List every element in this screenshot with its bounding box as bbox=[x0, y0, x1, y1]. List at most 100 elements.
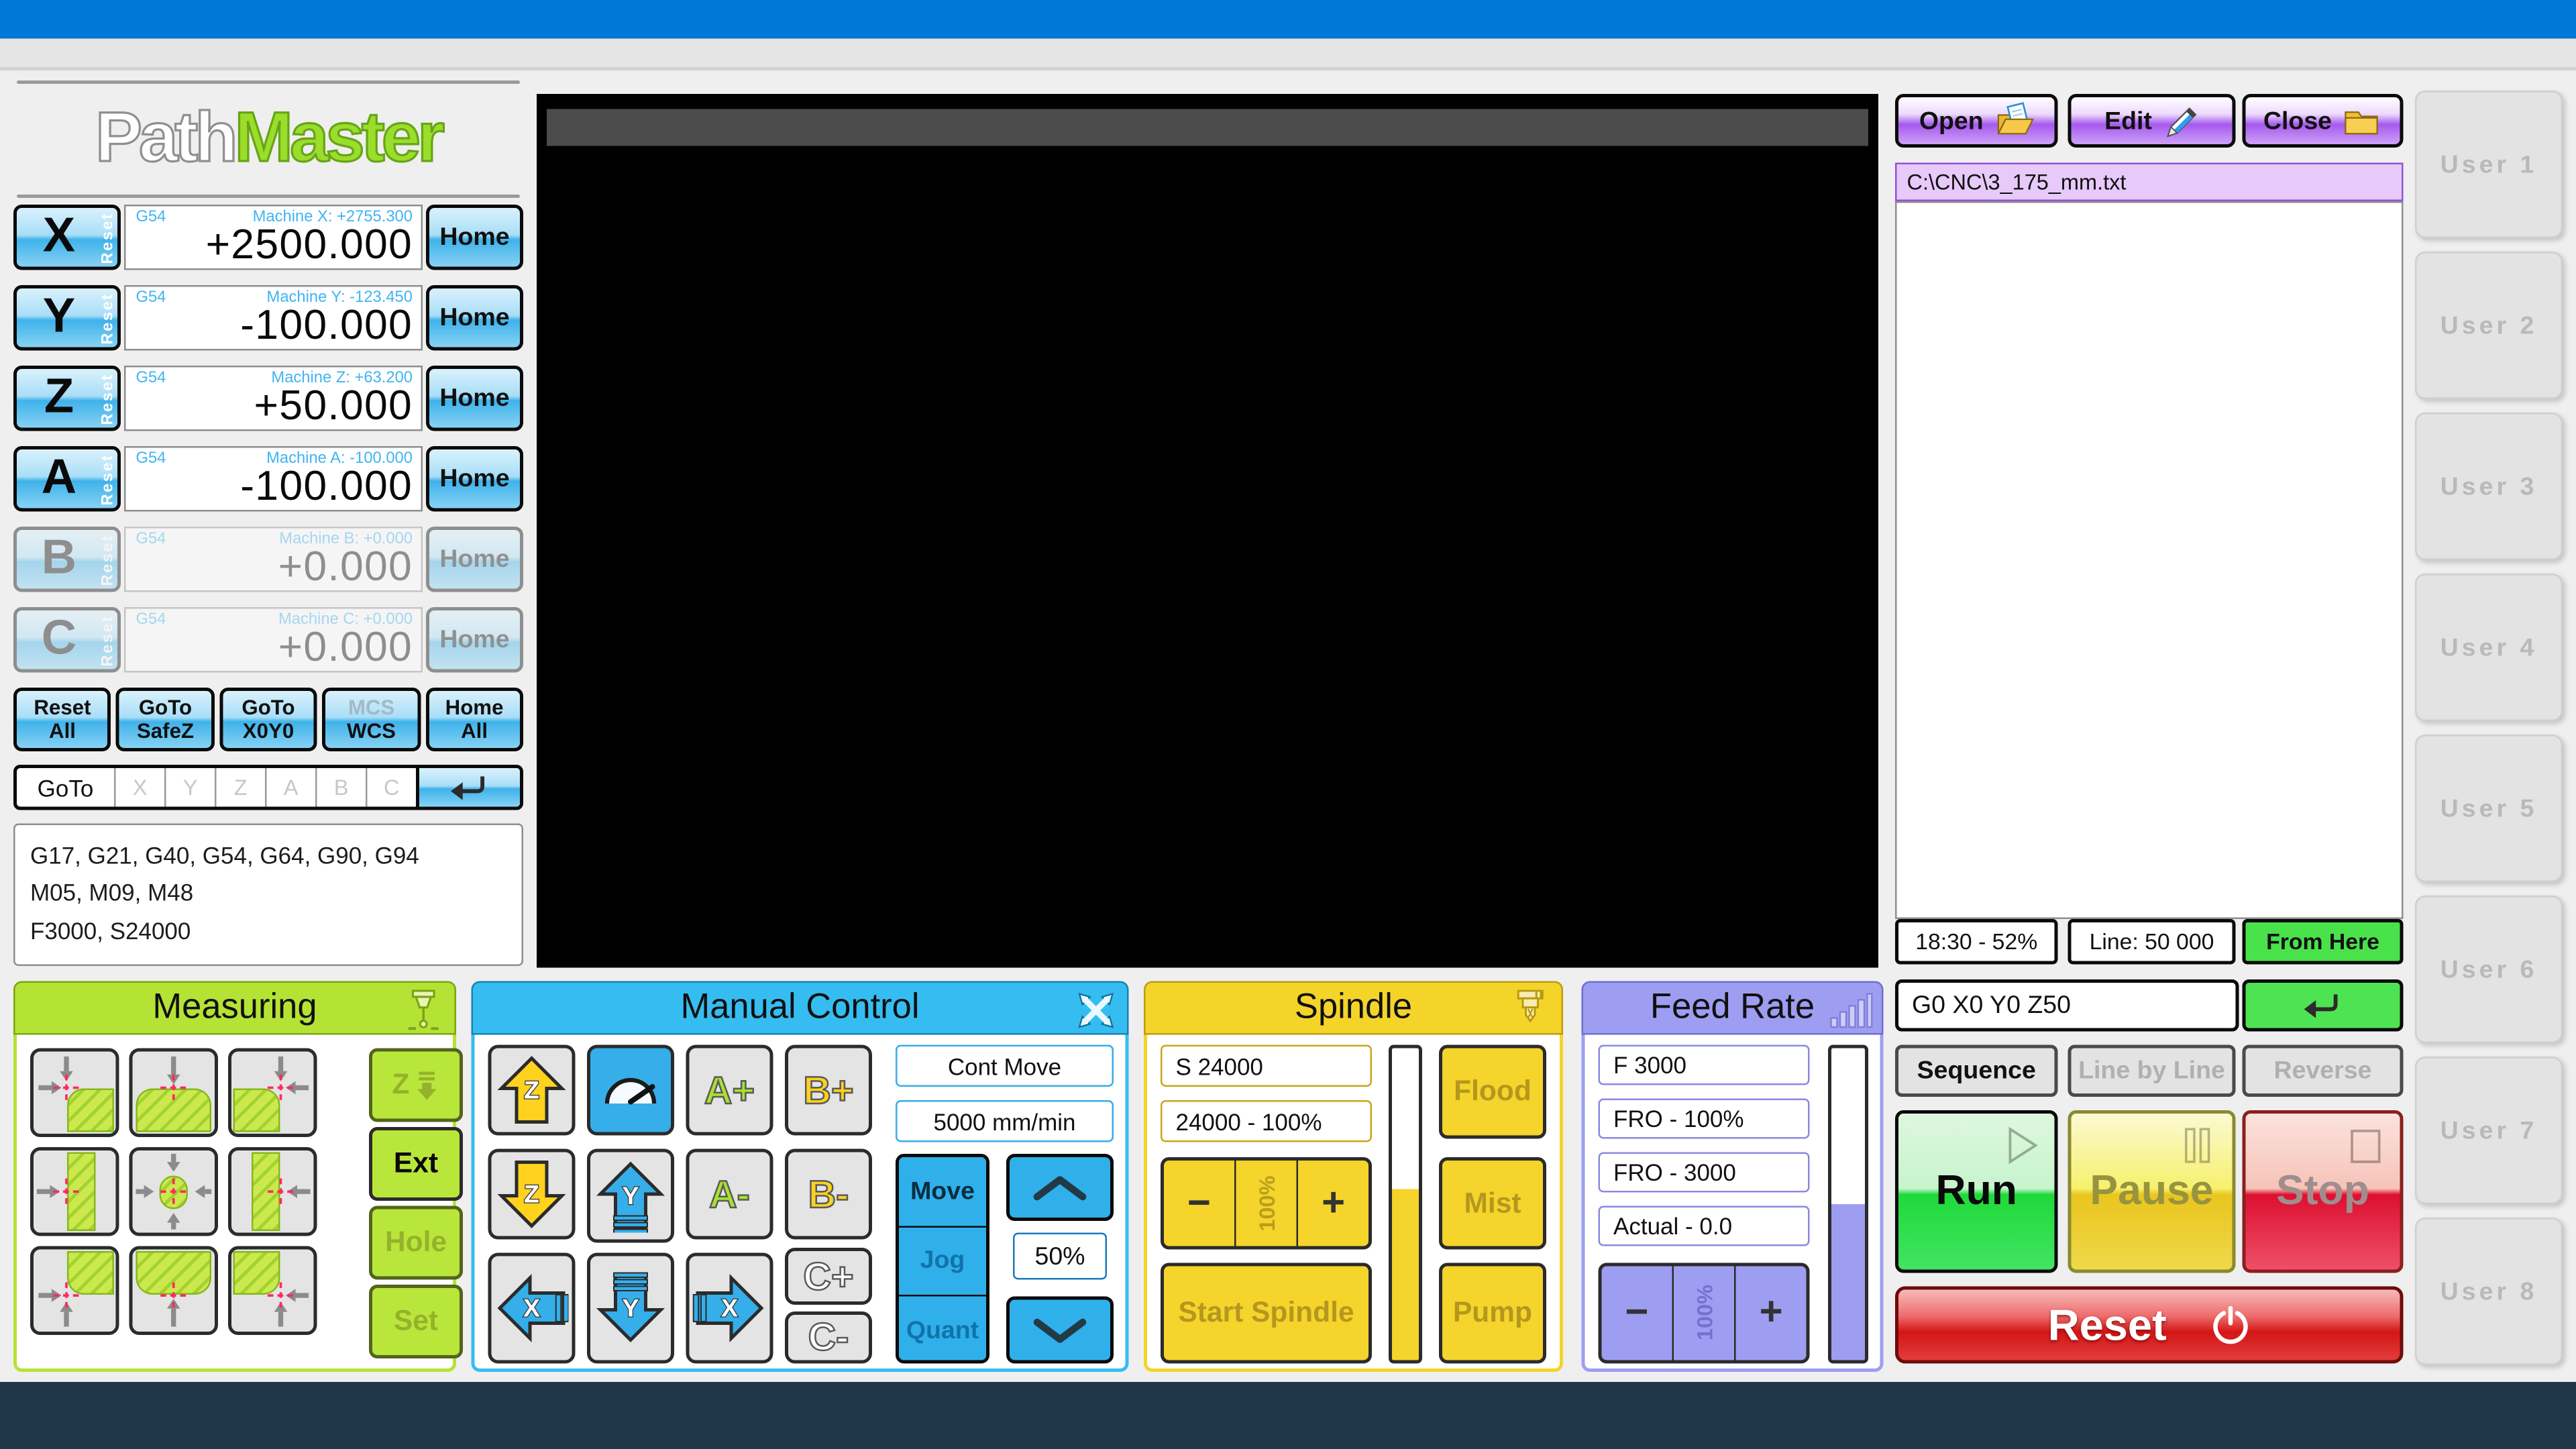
jog-z-plus-button[interactable]: Z bbox=[488, 1045, 576, 1136]
axis-x-reset-button[interactable]: XReset bbox=[13, 205, 121, 270]
mist-button[interactable]: Mist bbox=[1439, 1157, 1546, 1250]
user-button-3[interactable]: User 3 bbox=[2415, 413, 2563, 560]
probe-corner-bottom-left-button[interactable] bbox=[30, 1246, 119, 1336]
actual-feed-input[interactable]: Actual - 0.0 bbox=[1599, 1206, 1810, 1246]
jog-a-minus-button[interactable]: A- bbox=[686, 1149, 773, 1240]
line-by-line-button[interactable]: Line by Line bbox=[2068, 1045, 2236, 1097]
reset-button[interactable]: Reset bbox=[1895, 1287, 2404, 1364]
feed-override-minus-button[interactable]: − bbox=[1602, 1267, 1672, 1360]
user-button-1[interactable]: User 1 bbox=[2415, 91, 2563, 238]
probe-corner-top-right-button[interactable] bbox=[228, 1049, 317, 1138]
jog-c-plus-button[interactable]: C+ bbox=[785, 1248, 872, 1305]
fro-value-input[interactable]: FRO - 3000 bbox=[1599, 1152, 1810, 1193]
from-here-button[interactable]: From Here bbox=[2243, 919, 2404, 965]
jog-y-minus-button[interactable]: Y bbox=[587, 1253, 674, 1364]
axis-b-reset-button[interactable]: BReset bbox=[13, 527, 121, 592]
jog-a-plus-button[interactable]: A+ bbox=[686, 1045, 773, 1136]
spindle-speed-input[interactable]: S 24000 bbox=[1161, 1045, 1372, 1087]
jog-feed-input[interactable]: 5000 mm/min bbox=[896, 1100, 1114, 1142]
hole-probe-button[interactable]: Hole bbox=[369, 1206, 463, 1280]
axis-c-dro[interactable]: G54Machine C: +0.000+0.000 bbox=[124, 607, 423, 673]
home-c-button[interactable]: Home bbox=[426, 607, 523, 673]
jog-z-minus-button[interactable]: Z bbox=[488, 1149, 576, 1240]
jog-speed-button[interactable] bbox=[587, 1045, 674, 1136]
jog-c-minus-button[interactable]: C- bbox=[785, 1311, 872, 1364]
home-all-button[interactable]: HomeAll bbox=[425, 688, 523, 751]
goto-enter-button[interactable] bbox=[416, 768, 520, 807]
goto-axis-b[interactable]: B bbox=[315, 768, 366, 807]
spindle-override-plus-button[interactable]: + bbox=[1298, 1161, 1368, 1246]
step-down-button[interactable] bbox=[1006, 1297, 1114, 1364]
jog-b-plus-button[interactable]: B+ bbox=[785, 1045, 872, 1136]
loaded-file-path[interactable]: C:\CNC\3_175_mm.txt bbox=[1895, 163, 2404, 202]
user-button-2[interactable]: User 2 bbox=[2415, 252, 2563, 399]
axis-y-reset-button[interactable]: YReset bbox=[13, 285, 121, 351]
start-spindle-button[interactable]: Start Spindle bbox=[1161, 1263, 1372, 1364]
user-button-8[interactable]: User 8 bbox=[2415, 1218, 2563, 1365]
run-button[interactable]: Run bbox=[1895, 1110, 2058, 1273]
home-y-button[interactable]: Home bbox=[426, 285, 523, 351]
jog-x-minus-button[interactable]: X bbox=[488, 1253, 576, 1364]
user-button-4[interactable]: User 4 bbox=[2415, 574, 2563, 721]
home-a-button[interactable]: Home bbox=[426, 446, 523, 512]
axis-b-dro[interactable]: G54Machine B: +0.000+0.000 bbox=[124, 527, 423, 592]
jog-mode-button[interactable]: Jog bbox=[899, 1227, 986, 1297]
feed-value-input[interactable]: F 3000 bbox=[1599, 1045, 1810, 1085]
spindle-slider[interactable] bbox=[1389, 1045, 1422, 1364]
home-z-button[interactable]: Home bbox=[426, 366, 523, 431]
goto-axis-c[interactable]: C bbox=[366, 768, 416, 807]
jog-y-plus-button[interactable]: Y bbox=[587, 1149, 674, 1243]
pause-button[interactable]: Pause bbox=[2068, 1110, 2236, 1273]
mdi-enter-button[interactable] bbox=[2243, 979, 2404, 1032]
toolpath-view[interactable] bbox=[537, 94, 1878, 968]
goto-axis-z[interactable]: Z bbox=[215, 768, 265, 807]
probe-corner-bottom-right-button[interactable] bbox=[228, 1246, 317, 1336]
mcs-wcs-toggle[interactable]: MCSWCS bbox=[323, 688, 421, 751]
ext-probe-button[interactable]: Ext bbox=[369, 1127, 463, 1201]
home-b-button[interactable]: Home bbox=[426, 527, 523, 592]
goto-axis-a[interactable]: A bbox=[265, 768, 315, 807]
user-button-5[interactable]: User 5 bbox=[2415, 735, 2563, 882]
axis-c-reset-button[interactable]: CReset bbox=[13, 607, 121, 673]
stop-button[interactable]: Stop bbox=[2243, 1110, 2404, 1273]
close-file-button[interactable]: Close bbox=[2243, 94, 2404, 148]
probe-edge-bottom-button[interactable] bbox=[129, 1246, 219, 1336]
gcode-file-list[interactable] bbox=[1895, 201, 2404, 919]
quant-mode-button[interactable]: Quant bbox=[899, 1297, 986, 1364]
jog-b-minus-button[interactable]: B- bbox=[785, 1149, 872, 1240]
probe-edge-top-button[interactable] bbox=[129, 1049, 219, 1138]
fro-percent-input[interactable]: FRO - 100% bbox=[1599, 1099, 1810, 1139]
feed-slider[interactable] bbox=[1828, 1045, 1868, 1364]
spindle-override-minus-button[interactable]: − bbox=[1164, 1161, 1234, 1246]
home-x-button[interactable]: Home bbox=[426, 205, 523, 270]
goto-x0y0-button[interactable]: GoToX0Y0 bbox=[219, 688, 317, 751]
axis-x-dro[interactable]: G54Machine X: +2755.300+2500.000 bbox=[124, 205, 423, 270]
goto-axis-x[interactable]: X bbox=[114, 768, 164, 807]
z-probe-button[interactable]: Z bbox=[369, 1049, 463, 1122]
step-percent-field[interactable]: 50% bbox=[1013, 1233, 1107, 1280]
goto-axis-y[interactable]: Y bbox=[164, 768, 215, 807]
jog-x-plus-button[interactable]: X bbox=[686, 1253, 773, 1364]
probe-edge-right-button[interactable] bbox=[228, 1147, 317, 1236]
edit-file-button[interactable]: Edit bbox=[2068, 94, 2236, 148]
step-up-button[interactable] bbox=[1006, 1154, 1114, 1221]
goto-safez-button[interactable]: GoToSafeZ bbox=[117, 688, 215, 751]
mdi-command-input[interactable]: G0 X0 Y0 Z50 bbox=[1895, 979, 2239, 1032]
axis-z-dro[interactable]: G54Machine Z: +63.200+50.000 bbox=[124, 366, 423, 431]
set-probe-button[interactable]: Set bbox=[369, 1285, 463, 1358]
axis-a-reset-button[interactable]: AReset bbox=[13, 446, 121, 512]
sequence-button[interactable]: Sequence bbox=[1895, 1045, 2058, 1097]
open-file-button[interactable]: Open bbox=[1895, 94, 2058, 148]
user-button-7[interactable]: User 7 bbox=[2415, 1057, 2563, 1204]
reset-all-button[interactable]: ResetAll bbox=[13, 688, 111, 751]
feed-override-plus-button[interactable]: + bbox=[1736, 1267, 1807, 1360]
axis-z-reset-button[interactable]: ZReset bbox=[13, 366, 121, 431]
move-mode-button[interactable]: Move bbox=[899, 1157, 986, 1227]
axis-y-dro[interactable]: G54Machine Y: -123.450-100.000 bbox=[124, 285, 423, 351]
probe-center-button[interactable] bbox=[129, 1147, 219, 1236]
flood-button[interactable]: Flood bbox=[1439, 1045, 1546, 1139]
reverse-button[interactable]: Reverse bbox=[2243, 1045, 2404, 1097]
probe-corner-top-left-button[interactable] bbox=[30, 1049, 119, 1138]
user-button-6[interactable]: User 6 bbox=[2415, 896, 2563, 1043]
move-mode-input[interactable]: Cont Move bbox=[896, 1045, 1114, 1087]
